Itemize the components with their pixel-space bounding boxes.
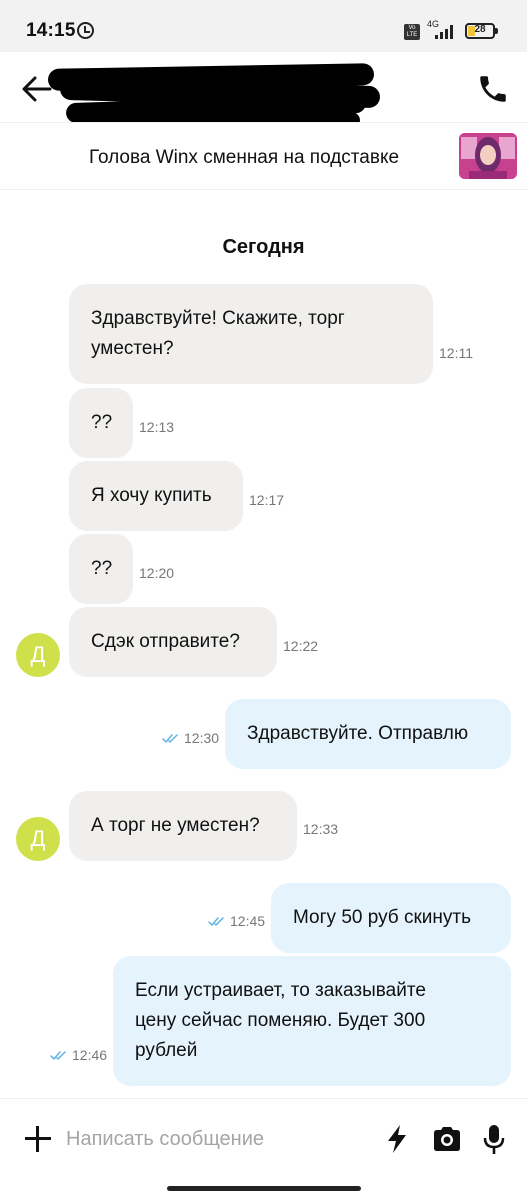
message-time: 12:20 [139,565,175,581]
product-bar[interactable]: Голова Winx сменная на подставке [0,122,527,190]
message-composer [0,1098,527,1200]
message-text: ?? [91,558,113,579]
message-time: 12:33 [303,821,339,837]
message-time: 12:45 [230,913,266,929]
outgoing-message[interactable]: Если устраивает, то заказывайте цену сей… [113,956,511,1086]
day-separator: Сегодня [222,236,305,258]
camera-button[interactable] [430,1123,464,1155]
sender-avatar[interactable]: Д [16,633,60,677]
voice-message-button[interactable] [480,1123,510,1155]
call-button[interactable] [476,72,510,106]
double-check-icon [208,917,224,926]
outgoing-message[interactable]: Могу 50 руб скинуть [271,883,511,953]
incoming-message[interactable]: ?? [69,388,133,458]
message-text: Если устраивает, то заказывайте цену сей… [135,980,426,1061]
message-text: Я хочу купить [91,485,212,506]
product-image [459,133,517,179]
battery-icon: 28 [465,23,498,39]
incoming-message[interactable]: А торг не уместен? [69,791,297,861]
message-time: 12:30 [184,730,220,746]
volte-icon: Vo LTE [404,24,420,40]
message-text: Могу 50 руб скинуть [293,907,471,928]
outgoing-message[interactable]: Здравствуйте. Отправлю [225,699,511,769]
message-text: Сдэк отправите? [91,631,240,652]
double-check-icon [50,1051,66,1060]
sender-avatar[interactable]: Д [16,817,60,861]
chat-header [0,52,527,129]
message-text: ?? [91,412,113,433]
message-time: 12:22 [283,638,319,654]
incoming-message[interactable]: ?? [69,534,133,604]
plus-icon[interactable] [24,1125,52,1153]
incoming-message[interactable]: Здравствуйте! Скажите, торг уместен? [69,284,433,384]
message-text: А торг не уместен? [91,815,260,836]
double-check-icon [162,734,178,743]
camera-icon [434,1127,460,1151]
quick-replies-button[interactable] [383,1123,413,1155]
status-time: 14:15 [26,20,76,41]
status-bar: 14:15 Vo LTE 4G 28 [0,0,527,52]
product-thumbnail[interactable] [459,133,517,179]
message-input[interactable] [66,1121,366,1157]
message-time: 12:11 [439,345,473,361]
product-title: Голова Winx сменная на подставке [88,147,400,168]
battery-level: 28 [474,24,486,35]
message-time: 12:17 [249,492,285,508]
lightning-icon [388,1125,406,1153]
message-text: Здравствуйте! Скажите, торг уместен? [91,308,345,359]
signal-icon [435,25,459,39]
message-text: Здравствуйте. Отправлю [247,723,469,744]
home-indicator[interactable] [167,1186,361,1191]
incoming-message[interactable]: Я хочу купить [69,461,243,531]
microphone-icon [483,1125,505,1154]
alarm-icon [77,22,94,39]
incoming-message[interactable]: Сдэк отправите? [69,607,277,677]
phone-icon [480,76,506,102]
message-time: 12:13 [139,419,175,435]
message-time: 12:46 [72,1047,108,1063]
